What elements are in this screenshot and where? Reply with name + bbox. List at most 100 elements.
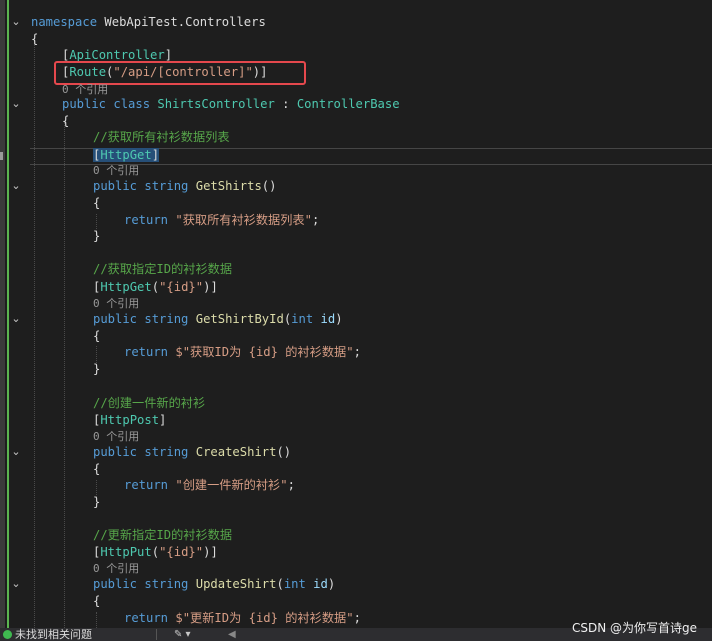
code-line[interactable]: public string CreateShirt() bbox=[93, 444, 291, 461]
paren: ( bbox=[151, 280, 160, 294]
brush-dropdown-icon[interactable]: ✎ ▾ bbox=[174, 628, 191, 641]
string-literal: "获取所有衬衫数据列表" bbox=[175, 213, 312, 227]
code-line[interactable]: [HttpPut("{id}")] bbox=[93, 544, 218, 561]
parameter-name: id bbox=[320, 312, 336, 326]
code-line[interactable]: [HttpGet("{id}")] bbox=[93, 279, 218, 296]
bracket: ] bbox=[210, 280, 218, 294]
code-line[interactable]: public string GetShirtById(int id) bbox=[93, 311, 343, 328]
parameter-name: id bbox=[313, 577, 328, 591]
code-line[interactable]: public string GetShirts() bbox=[93, 178, 276, 195]
brace: { bbox=[93, 462, 101, 476]
attribute-name: HttpPut bbox=[100, 545, 152, 559]
code-line[interactable]: //更新指定ID的衬衫数据 bbox=[93, 527, 232, 544]
code-line[interactable]: //获取指定ID的衬衫数据 bbox=[93, 261, 232, 278]
code-line[interactable]: public string UpdateShirt(int id) bbox=[93, 576, 335, 593]
code-line[interactable]: { bbox=[93, 461, 100, 478]
fold-chevron-icon[interactable]: ⌄ bbox=[10, 313, 22, 325]
keyword: return bbox=[124, 345, 169, 359]
editor-margin bbox=[0, 0, 5, 628]
indent-guide bbox=[64, 122, 65, 628]
attribute-name: ApiController bbox=[69, 48, 165, 62]
method-name: GetShirtById bbox=[195, 312, 284, 326]
paren: ) bbox=[327, 577, 336, 591]
paren: ( bbox=[151, 545, 160, 559]
namespace-name: WebApiTest.Controllers bbox=[104, 15, 266, 29]
code-line[interactable]: } bbox=[93, 494, 100, 511]
brace: { bbox=[93, 196, 101, 210]
indent-guide bbox=[96, 612, 97, 628]
code-line[interactable]: { bbox=[93, 328, 100, 345]
selected-text: [HttpGet] bbox=[93, 148, 160, 162]
brace: } bbox=[93, 362, 101, 376]
code-line[interactable]: return "创建一件新的衬衫"; bbox=[124, 477, 295, 494]
check-circle-icon bbox=[3, 630, 12, 639]
code-line[interactable]: } bbox=[93, 361, 100, 378]
fold-chevron-icon[interactable]: ⌄ bbox=[10, 98, 22, 110]
attribute-name: HttpPost bbox=[100, 413, 160, 427]
semicolon: ; bbox=[287, 478, 295, 492]
bracket: ] bbox=[210, 545, 218, 559]
class-name: ShirtsController bbox=[157, 97, 275, 111]
comment: //更新指定ID的衬衫数据 bbox=[93, 528, 233, 542]
keyword: string bbox=[144, 179, 189, 193]
semicolon: ; bbox=[353, 611, 361, 625]
code-line[interactable]: [HttpGet] bbox=[93, 147, 160, 164]
semicolon: ; bbox=[353, 345, 361, 359]
code-line[interactable]: } bbox=[93, 228, 100, 245]
code-line[interactable]: //获取所有衬衫数据列表 bbox=[93, 129, 230, 146]
bracket: ] bbox=[159, 413, 167, 427]
keyword: public bbox=[93, 179, 138, 193]
code-line[interactable]: [HttpPost] bbox=[93, 412, 166, 429]
string-literal: "创建一件新的衬衫" bbox=[175, 478, 288, 492]
code-line[interactable]: //创建一件新的衬衫 bbox=[93, 395, 205, 412]
indent-guide bbox=[34, 40, 35, 628]
brace: } bbox=[93, 495, 101, 509]
code-editor[interactable]: ⌄ ⌄ ⌄ ⌄ ⌄ ⌄ namespace WebApiTest.Control… bbox=[0, 0, 712, 628]
keyword: string bbox=[144, 445, 189, 459]
paren: () bbox=[261, 179, 277, 193]
brace: { bbox=[31, 32, 39, 46]
fold-chevron-icon[interactable]: ⌄ bbox=[10, 578, 22, 590]
code-line[interactable]: return $"更新ID为 {id} 的衬衫数据"; bbox=[124, 610, 361, 627]
reference-count[interactable]: 0 个引用 bbox=[93, 296, 139, 312]
code-line[interactable]: { bbox=[31, 31, 38, 48]
code-line[interactable]: return "获取所有衬衫数据列表"; bbox=[124, 212, 319, 229]
code-line[interactable]: { bbox=[62, 113, 69, 130]
fold-chevron-icon[interactable]: ⌄ bbox=[10, 16, 22, 28]
watermark: CSDN @为你写首诗ge bbox=[572, 621, 698, 635]
method-name: CreateShirt bbox=[195, 445, 277, 459]
keyword: public bbox=[62, 97, 107, 111]
bracket: ] bbox=[151, 148, 160, 162]
status-divider bbox=[156, 629, 157, 640]
scroll-marker bbox=[0, 152, 3, 160]
colon: : bbox=[282, 97, 290, 111]
keyword: class bbox=[113, 97, 151, 111]
issues-status[interactable]: 未找到相关问题 bbox=[15, 628, 92, 641]
paren: ( bbox=[276, 577, 284, 591]
method-name: UpdateShirt bbox=[195, 577, 277, 591]
fold-chevron-icon[interactable]: ⌄ bbox=[10, 446, 22, 458]
comment: //获取所有衬衫数据列表 bbox=[93, 130, 230, 144]
brace: } bbox=[93, 229, 101, 243]
keyword: public bbox=[93, 312, 138, 326]
keyword: public bbox=[93, 445, 138, 459]
code-line[interactable]: public class ShirtsController : Controll… bbox=[62, 96, 400, 113]
brace: { bbox=[93, 329, 101, 343]
reference-count[interactable]: 0 个引用 bbox=[93, 429, 139, 445]
fold-chevron-icon[interactable]: ⌄ bbox=[10, 180, 22, 192]
keyword: string bbox=[144, 312, 189, 326]
keyword: public bbox=[93, 577, 138, 591]
code-line[interactable]: { bbox=[93, 593, 100, 610]
reference-count[interactable]: 0 个引用 bbox=[93, 163, 139, 179]
code-line[interactable]: { bbox=[93, 195, 100, 212]
paren: ) bbox=[335, 312, 343, 326]
comment: //创建一件新的衬衫 bbox=[93, 396, 206, 410]
attribute-name: HttpGet bbox=[100, 280, 152, 294]
brace: { bbox=[62, 114, 70, 128]
keyword: int bbox=[283, 577, 306, 591]
reference-count[interactable]: 0 个引用 bbox=[93, 561, 139, 577]
code-line[interactable]: return $"获取ID为 {id} 的衬衫数据"; bbox=[124, 344, 361, 361]
scroll-left-arrow-icon[interactable]: ◀ bbox=[228, 628, 236, 641]
code-line[interactable]: namespace WebApiTest.Controllers bbox=[31, 14, 266, 31]
paren: () bbox=[276, 445, 292, 459]
